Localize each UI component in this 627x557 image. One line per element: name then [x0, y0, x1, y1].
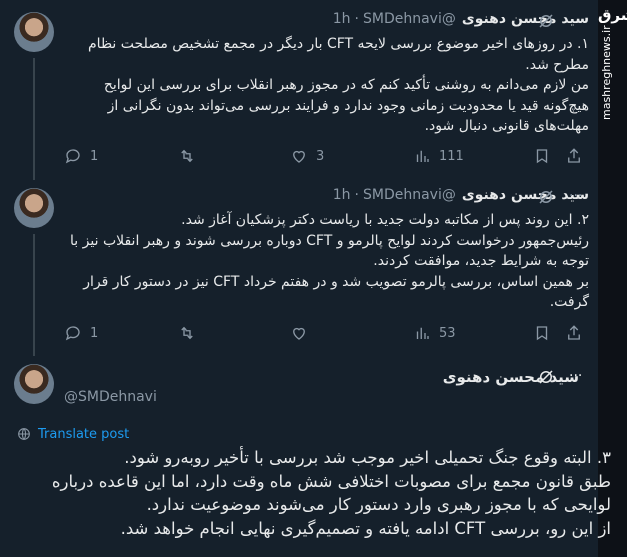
grok-icon[interactable]	[537, 188, 555, 206]
tweet-text: ۱. در روزهای اخیر موضوع بررسی لایحه CFT …	[88, 36, 589, 134]
more-icon: ···	[569, 188, 583, 204]
author-handle[interactable]: @SMDehnavi	[363, 11, 456, 27]
avatar[interactable]	[14, 188, 54, 228]
translate-label: Translate post	[38, 426, 130, 442]
heart-icon	[293, 150, 305, 163]
author-handle[interactable]: @SMDehnavi	[363, 187, 456, 203]
timestamp[interactable]: 1h	[333, 187, 351, 203]
tweet-text: ۲. این روند پس از مکاتبه دولت جدید با ری…	[70, 212, 589, 310]
separator-dot: ·	[354, 11, 359, 27]
views-button[interactable]: 111	[413, 147, 464, 165]
like-button[interactable]: 3	[290, 147, 324, 165]
views-button[interactable]: 53	[413, 324, 456, 342]
reply-icon	[65, 149, 80, 164]
views-icon	[416, 150, 429, 162]
tweet-text: ۳. البته وقوع جنگ تحمیلی اخیر موجب شد بر…	[51, 448, 611, 538]
like-count: 3	[316, 148, 325, 164]
more-button[interactable]: ···	[569, 188, 582, 204]
reply-count: 1	[90, 148, 99, 164]
reply-icon	[65, 326, 80, 341]
more-button[interactable]: ···	[569, 368, 582, 384]
bookmark-icon	[536, 149, 548, 164]
author-handle[interactable]: @SMDehnavi	[64, 389, 157, 405]
thread-line	[33, 234, 35, 356]
more-icon: ···	[569, 368, 583, 384]
retweet-icon	[181, 149, 193, 163]
views-count: 53	[439, 325, 456, 341]
reply-count: 1	[90, 325, 99, 341]
retweet-icon	[181, 326, 193, 340]
grok-icon[interactable]	[537, 12, 555, 30]
bookmark-button[interactable]	[533, 324, 551, 342]
share-button[interactable]	[565, 147, 583, 165]
translate-link[interactable]: Translate post	[16, 426, 129, 442]
reply-button[interactable]: 1	[64, 324, 98, 342]
globe-icon	[18, 428, 30, 440]
views-icon	[416, 327, 429, 339]
bookmark-icon	[536, 326, 548, 341]
views-count: 111	[439, 148, 464, 164]
timestamp[interactable]: 1h	[333, 11, 351, 27]
grok-icon[interactable]	[537, 368, 555, 386]
bookmark-button[interactable]	[533, 147, 551, 165]
watermark-url: mashreghnews.ir	[600, 25, 613, 120]
author-name[interactable]: سید محسن دهنوی	[443, 368, 579, 386]
share-icon	[568, 148, 580, 163]
share-icon	[568, 325, 580, 340]
author-block: سید محسن دهنوی	[443, 368, 579, 386]
separator-dot: ·	[354, 187, 359, 203]
avatar[interactable]	[14, 364, 54, 404]
share-button[interactable]	[565, 324, 583, 342]
like-button[interactable]	[290, 324, 308, 342]
heart-icon	[293, 327, 305, 340]
retweet-button[interactable]	[178, 147, 196, 165]
reply-button[interactable]: 1	[64, 147, 98, 165]
retweet-button[interactable]	[178, 324, 196, 342]
author-name[interactable]: سید محسن دهنوی	[462, 11, 589, 27]
avatar[interactable]	[14, 12, 54, 52]
thread-line	[33, 58, 35, 180]
